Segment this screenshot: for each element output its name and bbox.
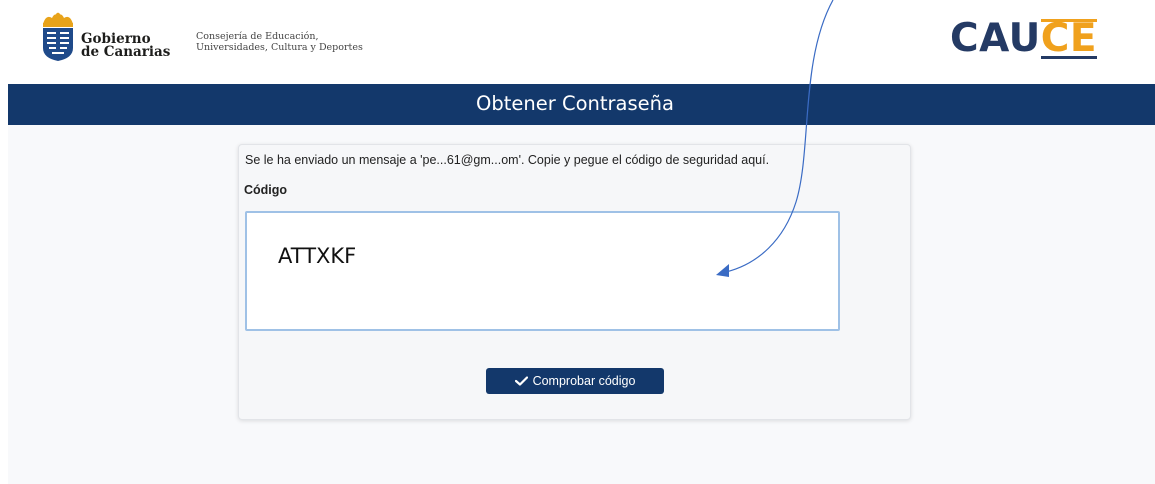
- cauce-logo-accent: CE: [1040, 16, 1098, 61]
- page: Gobierno de Canarias Consejería de Educa…: [0, 0, 1155, 484]
- gobierno-canarias-logo[interactable]: Gobierno de Canarias: [38, 12, 178, 64]
- consejeria-line1: Consejería de Educación,: [196, 31, 319, 42]
- code-field-label: Código: [244, 183, 288, 197]
- gobierno-canarias-name: Gobierno de Canarias: [81, 32, 171, 60]
- cauce-logo[interactable]: CAUCE: [950, 17, 1097, 61]
- canarias-crown-emblem-icon: [43, 12, 73, 61]
- consejeria-name: Consejería de Educación, Universidades, …: [196, 31, 363, 53]
- check-icon: [514, 376, 528, 386]
- consejeria-line2: Universidades, Cultura y Deportes: [196, 41, 363, 53]
- page-title: Obtener Contraseña: [476, 92, 674, 115]
- gov-name-line2: de Canarias: [81, 44, 171, 60]
- check-code-button[interactable]: Comprobar código: [486, 368, 664, 394]
- cauce-logo-main: CAU: [950, 16, 1041, 61]
- site-header: Gobierno de Canarias Consejería de Educa…: [0, 0, 1155, 84]
- check-code-button-label: Comprobar código: [532, 374, 636, 388]
- page-title-bar: Obtener Contraseña: [8, 84, 1155, 125]
- sent-message-text: Se le ha enviado un mensaje a 'pe...61@g…: [245, 153, 770, 167]
- code-input[interactable]: [245, 211, 840, 331]
- security-code-card: Se le ha enviado un mensaje a 'pe...61@g…: [238, 144, 911, 420]
